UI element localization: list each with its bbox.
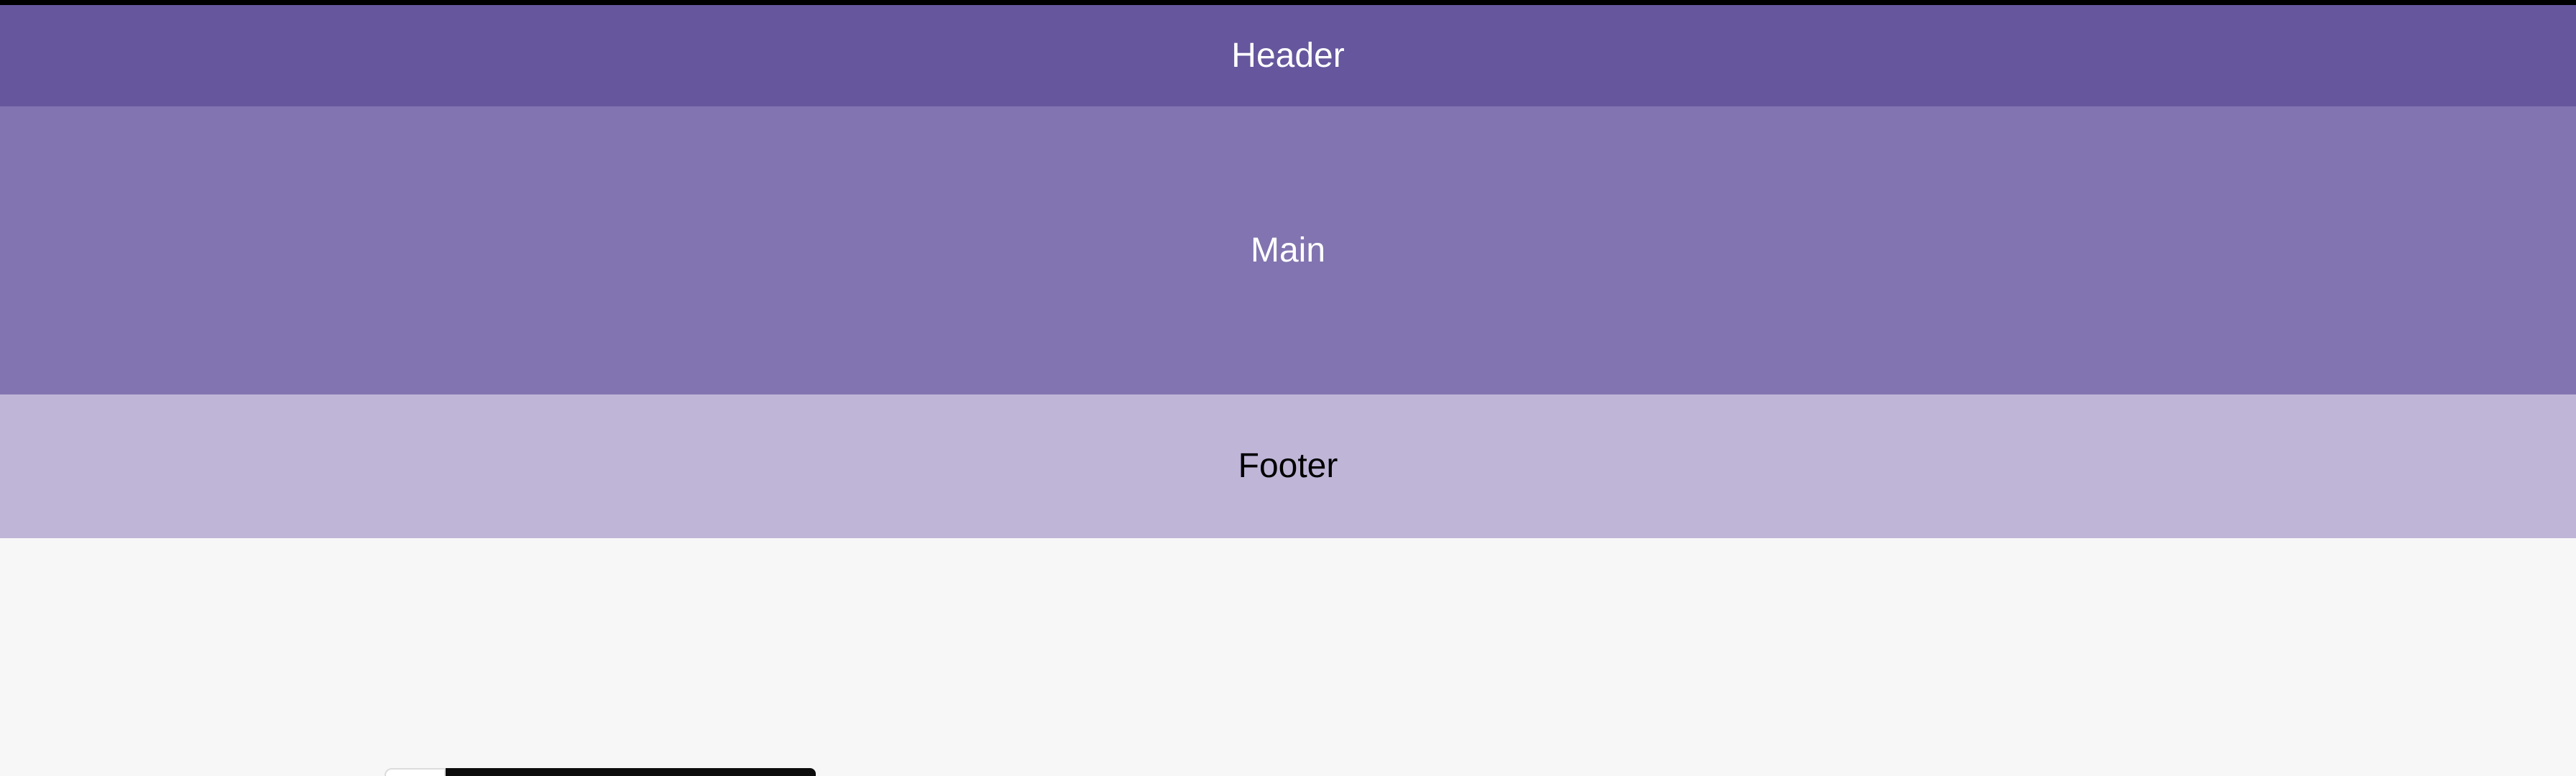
footer-section: Footer bbox=[0, 394, 2576, 538]
main-section: Main bbox=[0, 106, 2576, 394]
bottom-toolbar-edge[interactable] bbox=[385, 768, 816, 776]
bottom-toolbar-light-segment[interactable] bbox=[385, 768, 446, 776]
page: Header Main Footer bbox=[0, 0, 2576, 776]
header-section: Header bbox=[0, 5, 2576, 106]
footer-label: Footer bbox=[1238, 447, 1338, 485]
top-border bbox=[0, 0, 2576, 5]
header-label: Header bbox=[1231, 36, 1345, 75]
bottom-toolbar-dark-segment[interactable] bbox=[446, 768, 816, 776]
main-label: Main bbox=[1250, 231, 1326, 269]
